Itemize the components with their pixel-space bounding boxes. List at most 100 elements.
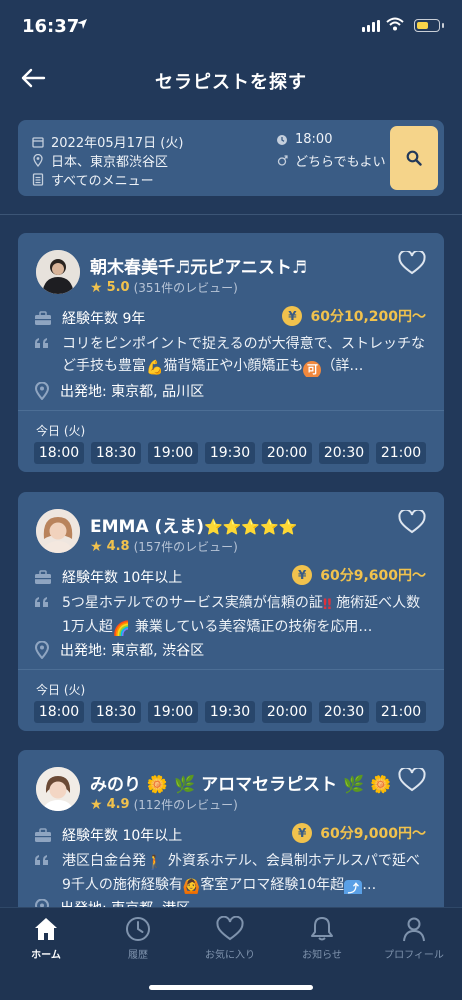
header-divider — [0, 214, 462, 215]
time-slot[interactable]: 20:00 — [262, 701, 312, 723]
price-text: 60分9,600円〜 — [320, 568, 426, 584]
review-count: (157件のレビュー) — [133, 540, 238, 554]
walking-person-emoji: 🚶 — [146, 855, 164, 871]
herb-blossom-emoji: 🌿 🌼 — [343, 775, 392, 795]
tab-label: お気に入り — [205, 950, 255, 961]
search-location-value: 日本、東京都渋谷区 — [51, 155, 169, 170]
time-slot[interactable]: 19:30 — [205, 701, 255, 723]
therapist-name: EMMA (えま)⭐⭐⭐⭐⭐ — [90, 517, 298, 537]
therapist-description: 港区白金台発🚶 外資系ホテル、会員制ホテルスパで延べ9千人の施術経験有🙆客室アロ… — [62, 850, 426, 894]
header: セラピストを探す — [0, 56, 462, 100]
therapist-card[interactable]: 朝木春美千♬元ピアニスト♬ ★ 5.0 (351件のレビュー) 経験年数 9年 … — [18, 233, 444, 472]
tab-profile[interactable]: プロフィール — [368, 916, 460, 961]
ok-gesture-emoji: 🙆 — [182, 879, 201, 894]
search-time-value: 18:00 — [295, 132, 333, 147]
location-pin-icon — [34, 899, 50, 907]
search-conditions[interactable]: 2022年05月17日 (火) 日本、東京都渋谷区 すべてのメニュー 18:00… — [18, 120, 444, 196]
briefcase-icon — [35, 310, 51, 325]
tab-favorites[interactable]: お気に入り — [184, 916, 276, 961]
time-slot[interactable]: 20:30 — [319, 701, 369, 723]
avatar — [36, 509, 80, 553]
search-time[interactable]: 18:00 — [276, 132, 332, 147]
time-slot[interactable]: 19:30 — [205, 442, 255, 464]
experience-text: 経験年数 10年以上 — [62, 570, 183, 586]
therapist-description: コリをピンポイントで捉えるのが大得意で、ストレッチなど手技も豊富💪猫背矯正や小顔… — [62, 333, 426, 377]
yen-icon: ¥ — [292, 823, 313, 843]
quote-icon — [35, 597, 48, 607]
search-date-value: 2022年05月17日 (火) — [51, 136, 184, 151]
search-menu-value: すべてのメニュー — [51, 174, 154, 189]
five-stars-emoji: ⭐⭐⭐⭐⭐ — [204, 518, 298, 536]
tab-label: ホーム — [31, 950, 61, 961]
clock-icon — [277, 134, 287, 145]
search-menu[interactable]: すべてのメニュー — [32, 170, 154, 189]
time-slot[interactable]: 18:00 — [34, 442, 84, 464]
search-button[interactable] — [390, 126, 438, 190]
star-icon: ★ — [90, 538, 103, 555]
departure-location: 出発地: 東京都, 港区 — [34, 898, 190, 907]
time-slot[interactable]: 19:00 — [148, 442, 198, 464]
experience-text: 経験年数 9年 — [62, 311, 146, 327]
card-divider — [18, 410, 444, 411]
gender-icon — [277, 155, 288, 166]
departure-location: 出発地: 東京都, 品川区 — [34, 381, 204, 401]
rating: ★ 5.0 (351件のレビュー) — [90, 279, 238, 296]
time-slots: 18:00 18:30 19:00 19:30 20:00 20:30 21:0… — [34, 701, 426, 723]
heart-icon — [398, 249, 426, 275]
review-count: (351件のレビュー) — [133, 281, 238, 295]
tab-label: お知らせ — [302, 950, 342, 961]
flexed-biceps-emoji: 💪 — [146, 360, 164, 376]
price: ¥ 60分10,200円〜 — [282, 306, 426, 326]
briefcase-icon — [35, 569, 51, 584]
price-text: 60分10,200円〜 — [310, 309, 426, 325]
search-gender-value: どちらでもよい — [295, 155, 386, 170]
time-slot[interactable]: 18:30 — [91, 701, 141, 723]
therapist-name: 朝木春美千♬元ピアニスト♬ — [90, 258, 308, 278]
departure-location-text: 出発地: 東京都, 港区 — [60, 898, 190, 907]
avatar — [36, 767, 80, 811]
status-time: 16:37 — [22, 16, 80, 37]
price: ¥ 60分9,600円〜 — [292, 565, 426, 585]
favorite-button[interactable] — [398, 508, 426, 538]
time-slot[interactable]: 18:00 — [34, 701, 84, 723]
ok-badge-emoji: 可 — [303, 361, 322, 377]
star-icon: ★ — [90, 796, 103, 813]
location-arrow-icon — [77, 19, 87, 29]
star-icon: ★ — [90, 279, 103, 296]
tab-notifications[interactable]: お知らせ — [276, 916, 368, 961]
favorite-button[interactable] — [398, 249, 426, 279]
time-slot[interactable]: 21:00 — [376, 701, 426, 723]
calendar-icon — [32, 136, 44, 148]
page-title: セラピストを探す — [155, 72, 307, 93]
search-location[interactable]: 日本、東京都渋谷区 — [32, 151, 168, 170]
heart-icon — [398, 508, 426, 534]
rainbow-emoji: 🌈 — [112, 621, 131, 636]
therapist-card[interactable]: EMMA (えま)⭐⭐⭐⭐⭐ ★ 4.8 (157件のレビュー) 経験年数 10… — [18, 492, 444, 731]
clock-icon — [126, 917, 150, 941]
quote-icon — [35, 855, 48, 865]
search-gender[interactable]: どちらでもよい — [276, 151, 386, 170]
card-divider — [18, 669, 444, 670]
wifi-icon — [386, 17, 404, 31]
therapist-card[interactable]: みのり 🌼 🌿 アロマセラピスト 🌿 🌼 ★ 4.9 (112件のレビュー) 経… — [18, 750, 444, 907]
search-icon — [406, 150, 422, 166]
therapist-name: みのり 🌼 🌿 アロマセラピスト 🌿 🌼 — [90, 775, 392, 795]
time-slot[interactable]: 18:30 — [91, 442, 141, 464]
tab-label: 履歴 — [128, 950, 148, 961]
time-slot[interactable]: 20:30 — [319, 442, 369, 464]
time-slot[interactable]: 19:00 — [148, 701, 198, 723]
review-count: (112件のレビュー) — [133, 798, 238, 812]
favorite-button[interactable] — [398, 766, 426, 796]
status-bar: 16:37 — [0, 0, 462, 56]
search-date[interactable]: 2022年05月17日 (火) — [32, 132, 183, 151]
tab-home[interactable]: ホーム — [0, 916, 92, 961]
avatar — [36, 250, 80, 294]
tab-history[interactable]: 履歴 — [92, 916, 184, 961]
rating-value: 4.9 — [106, 797, 130, 812]
briefcase-icon — [35, 827, 51, 842]
home-indicator[interactable] — [149, 985, 313, 990]
menu-list-icon — [32, 173, 44, 186]
time-slot[interactable]: 20:00 — [262, 442, 312, 464]
time-slot[interactable]: 21:00 — [376, 442, 426, 464]
yen-icon: ¥ — [282, 306, 303, 326]
